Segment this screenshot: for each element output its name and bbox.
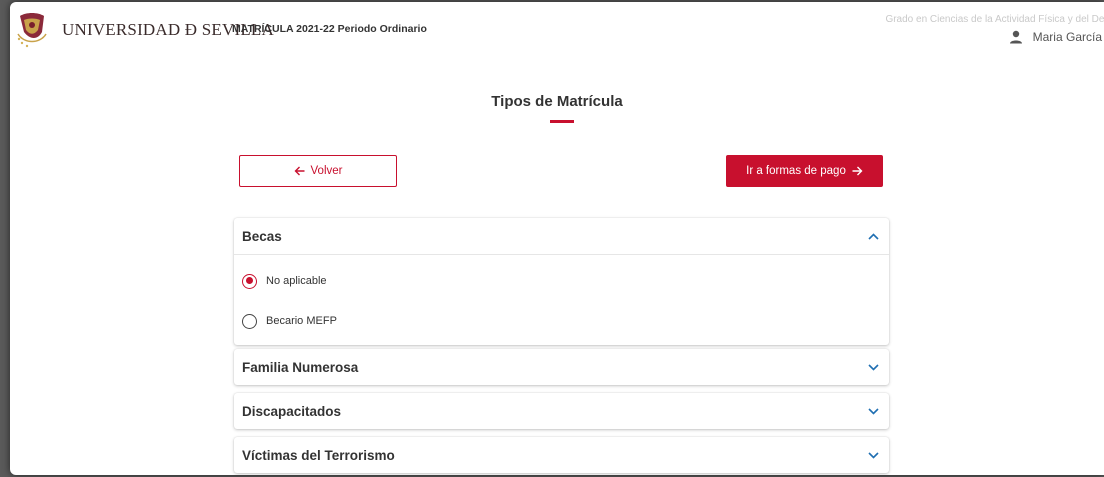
go-to-payment-label: Ir a formas de pago	[746, 165, 846, 177]
back-button[interactable]: Volver	[239, 155, 397, 187]
arrow-left-icon	[294, 166, 305, 176]
chevron-up-icon	[868, 232, 879, 240]
radio-label: No aplicable	[266, 275, 327, 287]
section-familia-numerosa: Familia Numerosa	[234, 349, 889, 385]
chevron-down-icon	[868, 451, 879, 459]
section-familia-numerosa-header[interactable]: Familia Numerosa	[234, 349, 889, 385]
user-menu[interactable]: Maria García	[1009, 30, 1102, 44]
section-title: Víctimas del Terrorismo	[242, 447, 395, 463]
section-title: Becas	[242, 228, 282, 244]
radio-button[interactable]	[242, 313, 257, 329]
title-underline	[550, 120, 574, 123]
section-discapacitados-header[interactable]: Discapacitados	[234, 393, 889, 429]
section-victimas-del-terrorismo: Víctimas del Terrorismo	[234, 437, 889, 473]
radio-option-no-aplicable[interactable]: No aplicable	[242, 261, 889, 301]
degree-name: Grado en Ciencias de la Actividad Física…	[885, 14, 1104, 25]
section-becas-body: No aplicable Becario MEFP	[234, 254, 889, 345]
section-victimas-header[interactable]: Víctimas del Terrorismo	[234, 437, 889, 473]
chevron-down-icon	[868, 407, 879, 415]
go-to-payment-button[interactable]: Ir a formas de pago	[726, 155, 883, 187]
page-title: Tipos de Matrícula	[491, 93, 623, 110]
section-becas: Becas No aplicable Becario MEFP	[234, 218, 889, 345]
app-window: UNIVERSIDAD Ð SEVILLA MATRÍCULA 2021-22 …	[10, 2, 1104, 475]
header: UNIVERSIDAD Ð SEVILLA MATRÍCULA 2021-22 …	[10, 2, 1104, 52]
radio-option-becario-mefp[interactable]: Becario MEFP	[242, 301, 889, 341]
user-icon	[1009, 30, 1022, 44]
section-title: Discapacitados	[242, 403, 342, 419]
section-title: Familia Numerosa	[242, 359, 359, 375]
user-name: Maria García	[1032, 30, 1102, 44]
chevron-down-icon	[868, 363, 879, 371]
radio-button-checked[interactable]	[242, 273, 257, 289]
university-seal-icon	[17, 13, 47, 48]
section-discapacitados: Discapacitados	[234, 393, 889, 429]
back-button-label: Volver	[310, 165, 343, 177]
section-becas-header[interactable]: Becas	[234, 218, 889, 254]
enrollment-period: MATRÍCULA 2021-22 Periodo Ordinario	[232, 23, 427, 35]
arrow-right-icon	[852, 166, 863, 176]
radio-label: Becario MEFP	[266, 315, 337, 327]
